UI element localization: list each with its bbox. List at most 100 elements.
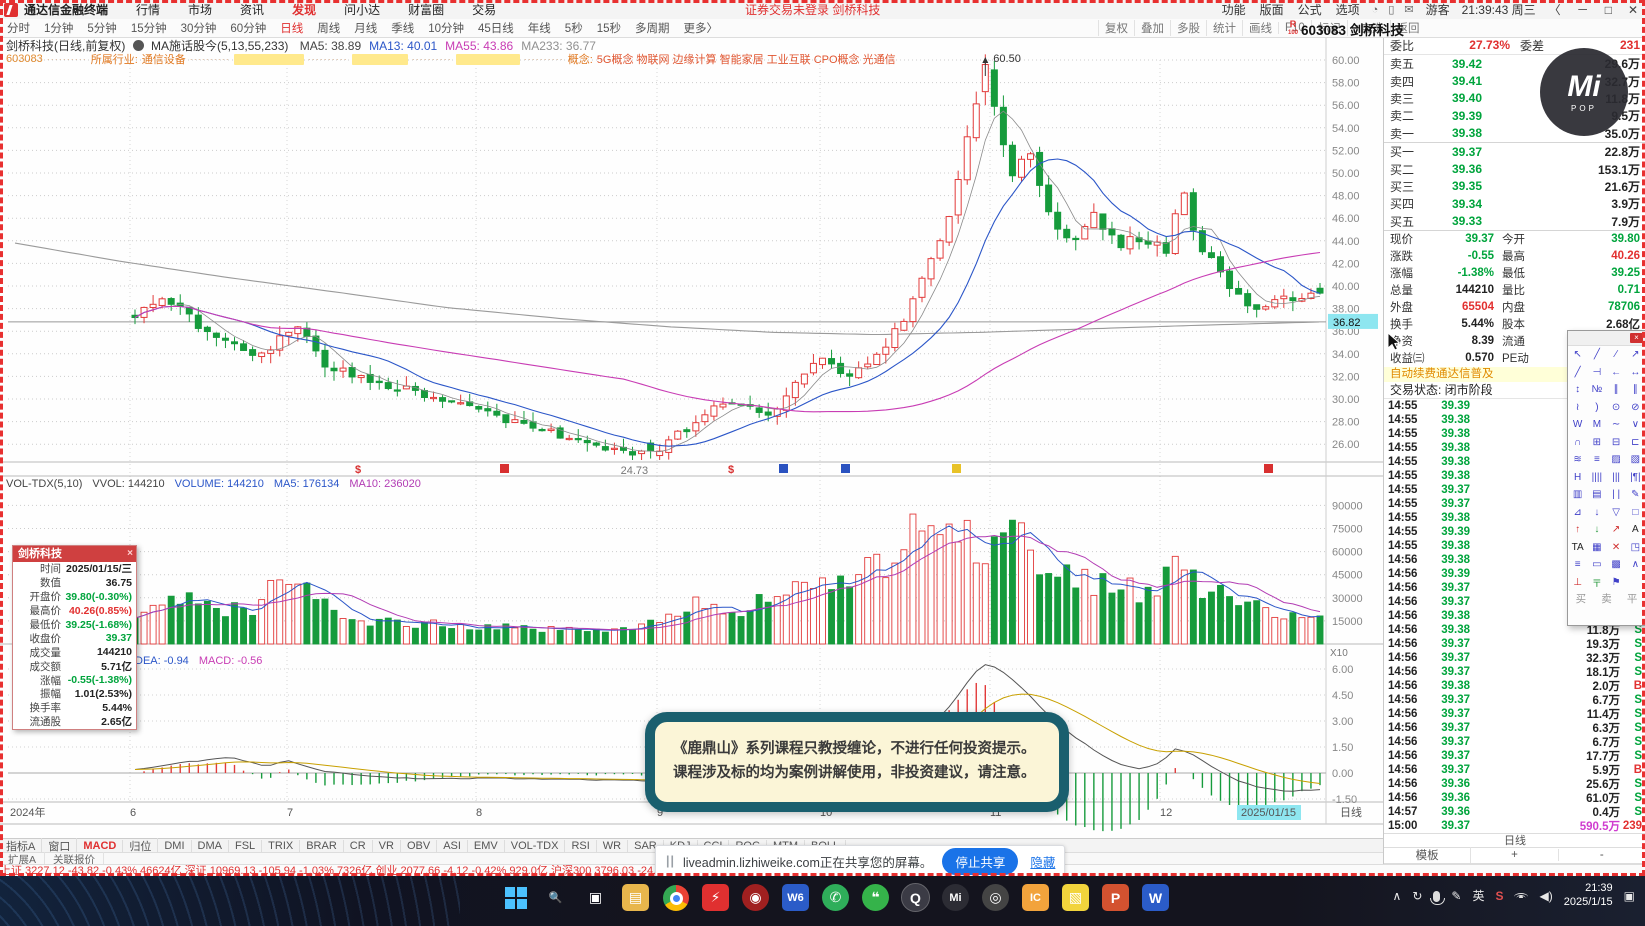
indicator-tab-RSI[interactable]: RSI [565,840,597,852]
tray-chevron-icon[interactable]: ∧ [1393,889,1402,903]
drawing-tool-icon[interactable]: ▥ [1568,486,1587,504]
menu-item-资讯[interactable]: 资讯 [226,1,278,18]
drawing-tool-icon[interactable]: ▭ [1587,556,1606,574]
guest-label[interactable]: 游客 [1424,1,1452,18]
palette-close-button[interactable]: × [1630,333,1643,343]
indicator-tab-FSL[interactable]: FSL [229,840,263,852]
drawing-tool-icon[interactable]: ↗ [1607,521,1626,539]
tool-统计[interactable]: 统计 [1206,20,1242,36]
drawing-tool-icon[interactable]: ↓ [1587,504,1606,522]
period-分时[interactable]: 分时 [0,20,37,36]
drawing-tool-icon[interactable]: ⚑ [1607,574,1626,592]
period-日线[interactable]: 日线 [273,20,310,36]
period-45日线[interactable]: 45日线 [471,20,521,36]
period-5秒[interactable]: 5秒 [558,20,590,36]
hide-link[interactable]: 隐藏 [1030,852,1055,871]
period-15分钟[interactable]: 15分钟 [124,20,174,36]
buy-row[interactable]: 买三 39.35 21.6万 [1384,178,1645,195]
indicator-tab-DMI[interactable]: DMI [158,840,192,852]
indicator-tab-MACD[interactable]: MACD [77,840,124,852]
drawing-tool-icon[interactable]: ||| [1607,469,1626,487]
period-多周期[interactable]: 多周期 [628,20,677,36]
menu-item-行情[interactable]: 行情 [122,1,174,18]
data-tip-popup[interactable]: 剑桥科技 × 时间 2025/01/15/三 数值 36.75 开盘价 39.80(-0.… [12,545,137,730]
indicator-tab-VR[interactable]: VR [373,840,401,852]
drawing-tool-icon[interactable]: ↑ [1568,521,1587,539]
drawing-tool-icon[interactable]: ▨ [1607,451,1626,469]
period-月线[interactable]: 月线 [347,20,384,36]
period-30分钟[interactable]: 30分钟 [174,20,224,36]
minimize-button[interactable]: － [1574,1,1592,18]
template-button[interactable]: 模板 [1384,847,1472,864]
notification-icon[interactable]: ▣ [1624,889,1635,903]
period-label-bottom[interactable]: 日线 [1384,832,1645,847]
period-60分钟[interactable]: 60分钟 [223,20,273,36]
collapse-button[interactable]: 〈 [1546,1,1564,18]
drawing-tool-icon[interactable]: |||| [1587,469,1606,487]
zoom-in-button[interactable]: + [1471,849,1559,862]
buy-row[interactable]: 买一 39.37 22.8万 [1384,143,1645,160]
menu-item-财富圈[interactable]: 财富圈 [394,1,458,18]
menu-item-公式[interactable]: 公式 [1296,1,1324,18]
drawing-tool-icon[interactable]: ∧ [1626,556,1645,574]
indicator-tab-VOL-TDX[interactable]: VOL-TDX [505,840,566,852]
drawing-tool-icon[interactable]: ↓ [1587,521,1606,539]
period-5分钟[interactable]: 5分钟 [80,20,123,36]
tray-clock[interactable]: 21:39 2025/1/15 [1564,882,1613,910]
drawing-tool-icon[interactable]: ∼ [1607,416,1626,434]
period-10分钟[interactable]: 10分钟 [421,20,471,36]
drawing-tool-icon[interactable]: ╱ [1587,346,1606,364]
palette-title-bar[interactable]: × [1568,331,1645,346]
drawing-tool-icon[interactable]: ) [1587,399,1606,417]
drawing-tool-icon[interactable]: ▩ [1607,556,1626,574]
period-15秒[interactable]: 15秒 [590,20,628,36]
microphone-icon[interactable] [1430,891,1446,906]
taskbar-icon-phone-app[interactable]: ✆ [822,884,849,911]
device-icon[interactable]: ▯ [1388,3,1394,16]
drawing-tool-icon[interactable]: ≀ [1568,399,1587,417]
drawing-tool-icon[interactable]: ∥ [1607,381,1626,399]
period-季线[interactable]: 季线 [384,20,421,36]
drawing-tool-icon[interactable]: ⊞ [1587,434,1606,452]
period-1分钟[interactable]: 1分钟 [37,20,80,36]
volume-icon[interactable]: ◀) [1539,889,1552,903]
drawing-tool-icon[interactable]: ∩ [1568,434,1587,452]
status-icon[interactable]: ◔ [1372,4,1379,16]
drawing-tool-icon[interactable]: □ [1626,504,1645,522]
drawing-tool-icon[interactable]: ⊿ [1568,504,1587,522]
taskbar-icon-explorer[interactable]: ▤ [622,884,649,911]
drawing-tool-icon[interactable]: ← [1607,364,1626,382]
taskbar-icon-red-app[interactable]: ◉ [742,884,769,911]
drawing-tool-icon[interactable]: |¶| [1626,469,1645,487]
drawing-tool-icon[interactable]: ≋ [1568,451,1587,469]
menu-item-市场[interactable]: 市场 [174,1,226,18]
drawing-tool-icon[interactable]: A [1626,521,1645,539]
period-更多〉[interactable]: 更多〉 [677,20,726,36]
buy-row[interactable]: 买五 39.33 7.9万 [1384,213,1645,230]
taskbar-icon-chrome[interactable] [662,884,689,911]
popup-close-button[interactable]: × [127,546,133,562]
tool-画线[interactable]: 画线 [1242,20,1278,36]
indicator-tab-EMV[interactable]: EMV [468,840,505,852]
drawing-tool-icon[interactable]: ⊏ [1626,434,1645,452]
drawing-tool-icon[interactable]: ╱ [1568,364,1587,382]
indicator-tab-WR[interactable]: WR [597,840,629,852]
drawing-tool-icon[interactable]: ∕ [1607,346,1626,364]
indicator-tab-TRIX[interactable]: TRIX [262,840,301,852]
palette-footer-买[interactable]: 买 [1568,591,1594,607]
login-notice[interactable]: 证券交易未登录 剑桥科技 [745,1,880,18]
current-stock-tag[interactable]: R 100 603083 剑桥科技 [1288,19,1404,39]
indicator-tab-DMA[interactable]: DMA [192,840,229,852]
drawing-tool-icon[interactable]: H [1568,469,1587,487]
drawing-tool-icon[interactable]: ✎ [1626,486,1645,504]
taskbar-icon-wechat[interactable]: ❝ [862,884,889,911]
drawing-tool-icon[interactable]: W [1568,416,1587,434]
drawing-tool-icon[interactable]: ≡ [1587,451,1606,469]
taskbar-icon-cam-app[interactable]: ◎ [982,884,1009,911]
period-年线[interactable]: 年线 [521,20,558,36]
taskbar-icon-w6[interactable]: W6 [782,884,809,911]
tool-叠加[interactable]: 叠加 [1134,20,1170,36]
drawing-tool-icon[interactable]: ∥ [1626,381,1645,399]
drawing-tool-icon[interactable]: ✕ [1607,539,1626,557]
indicator-tab-BRAR[interactable]: BRAR [300,840,344,852]
